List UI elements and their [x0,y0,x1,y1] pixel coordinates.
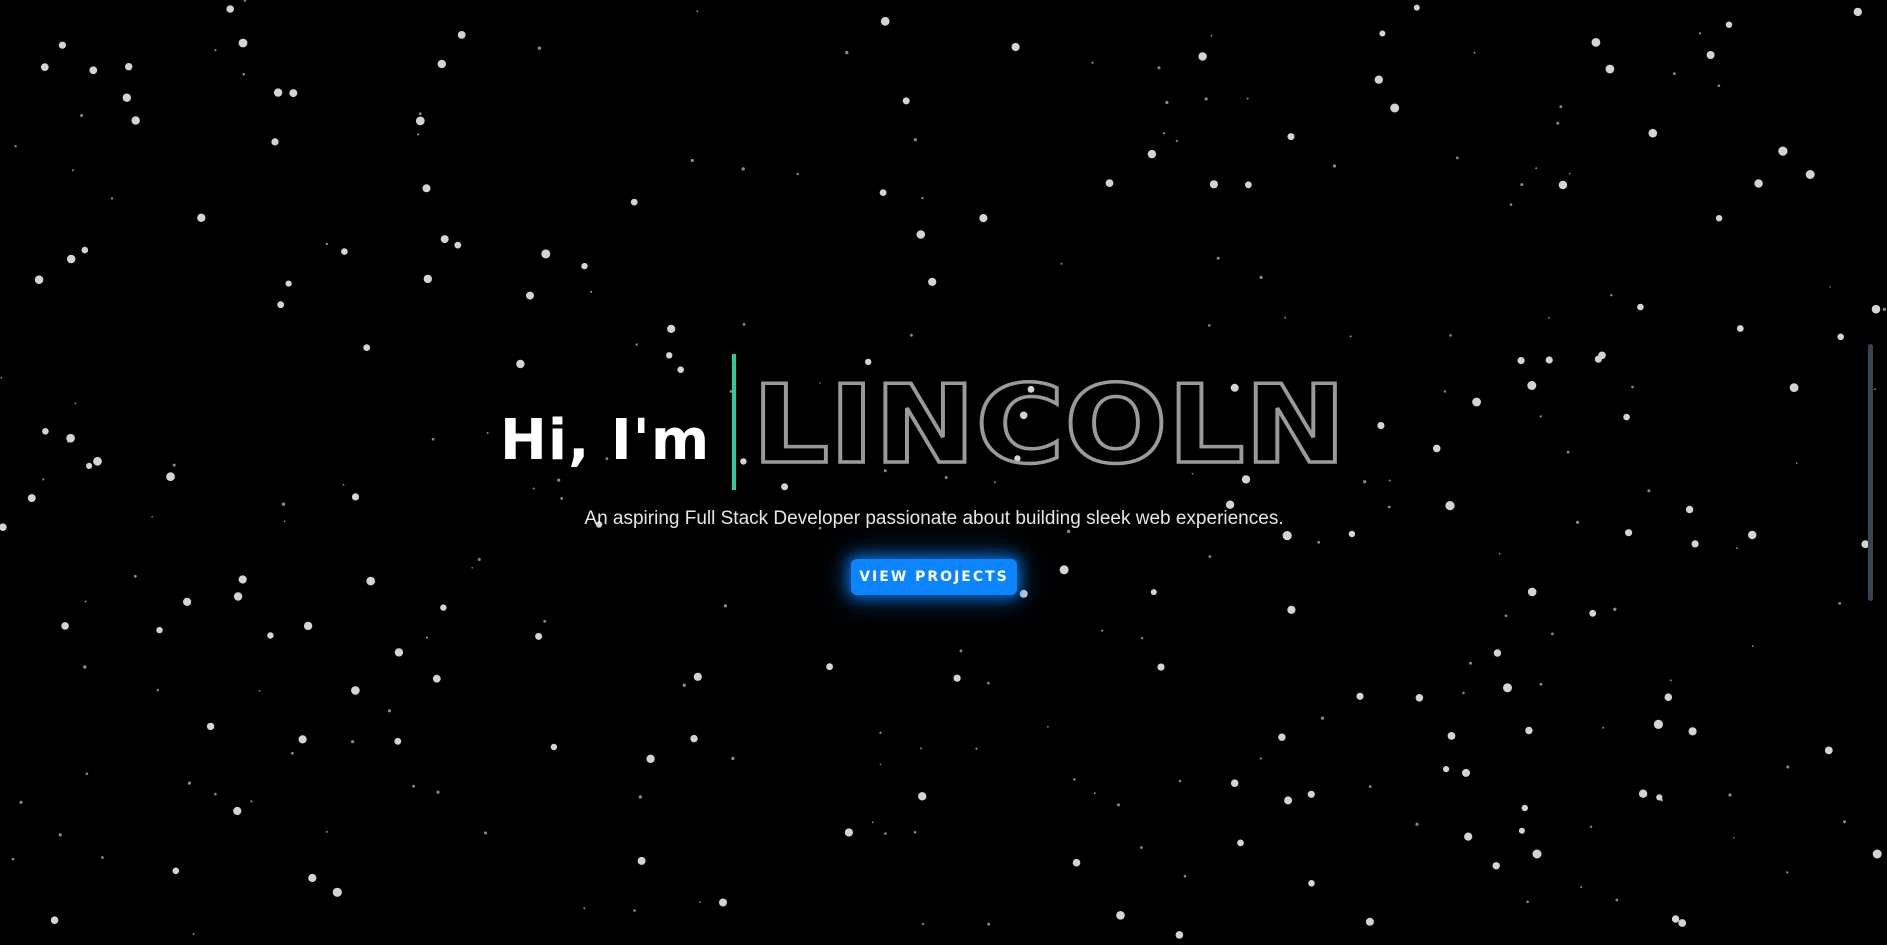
hero-section: Hi, I'm LINCOLN An aspiring Full Stack D… [0,0,1887,945]
typing-cursor [732,354,737,490]
page-background: Hi, I'm LINCOLN An aspiring Full Stack D… [0,0,1887,945]
hero-headline: Hi, I'm LINCOLN [500,352,1352,492]
view-projects-button[interactable]: VIEW PROJECTS [851,559,1017,595]
name-outline-text: LINCOLN [752,362,1348,482]
scrollbar-thumb[interactable] [1868,344,1873,601]
name-text: LINCOLN [752,363,1346,482]
greeting-text: Hi, I'm [500,407,711,473]
hero-tagline: An aspiring Full Stack Developer passion… [584,508,1284,529]
